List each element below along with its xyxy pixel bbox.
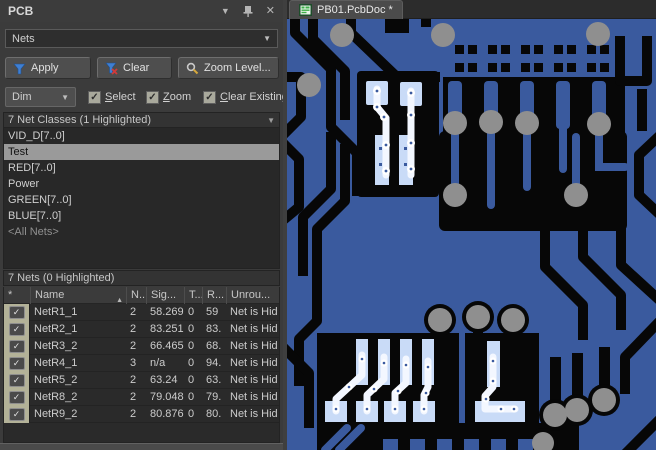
tab-label: PB01.PcbDoc * bbox=[317, 4, 393, 16]
pcb-editor: PB01.PcbDoc * bbox=[287, 0, 656, 450]
chevron-down-icon: ▼ bbox=[267, 115, 275, 125]
zoom-level-button[interactable]: Zoom Level... bbox=[178, 57, 279, 79]
column-header-routed[interactable]: R... bbox=[202, 287, 226, 304]
clear-funnel-icon bbox=[105, 62, 118, 75]
nets-table: * Name▲ N.. Sig... T... R... Unrou... Ne… bbox=[3, 287, 280, 443]
table-row[interactable]: NetR9_2 2 80.876 0 80. Net is Hid bbox=[4, 406, 279, 423]
column-header-check[interactable]: * bbox=[4, 287, 30, 304]
net-name: NetR3_2 bbox=[34, 340, 78, 352]
checkbox-checked-icon bbox=[146, 90, 159, 104]
net-name: NetR4_1 bbox=[34, 357, 78, 369]
net-class-item[interactable]: Power bbox=[4, 176, 279, 192]
checkbox-checked-icon bbox=[203, 90, 216, 104]
pcb-panel: PCB ▼ ✕ Nets ▼ Apply Clear Zoom Level...… bbox=[0, 0, 283, 450]
column-header-nodes[interactable]: N.. bbox=[126, 287, 146, 304]
pcb-canvas[interactable] bbox=[287, 19, 656, 450]
zoom-checkbox[interactable]: Zoom bbox=[146, 88, 191, 106]
clear-existing-checkbox-label: Clear Existing bbox=[220, 91, 283, 103]
zoom-checkbox-label: Zoom bbox=[163, 91, 192, 103]
dim-value: Dim bbox=[12, 91, 32, 103]
magnifier-icon bbox=[186, 62, 199, 74]
net-name: NetR5_2 bbox=[34, 374, 78, 386]
table-row[interactable]: NetR1_1 2 58.269 0 59 Net is Hid bbox=[4, 304, 279, 321]
apply-button[interactable]: Apply bbox=[5, 57, 91, 79]
net-name: NetR1_1 bbox=[34, 306, 78, 318]
select-checkbox[interactable]: Select bbox=[88, 88, 136, 106]
net-class-item-all-nets[interactable]: <All Nets> bbox=[4, 224, 279, 240]
net-name: NetR2_1 bbox=[34, 323, 78, 335]
column-header-t[interactable]: T... bbox=[184, 287, 202, 304]
apply-funnel-icon bbox=[13, 63, 26, 74]
application-window: PCB ▼ ✕ Nets ▼ Apply Clear Zoom Level...… bbox=[0, 0, 656, 450]
clear-existing-checkbox[interactable]: Clear Existing bbox=[203, 88, 283, 106]
close-icon[interactable]: ✕ bbox=[266, 5, 275, 17]
net-class-item[interactable]: VID_D[7..0] bbox=[4, 128, 279, 144]
chevron-down-icon: ▼ bbox=[61, 92, 69, 102]
sort-ascending-icon: ▲ bbox=[116, 297, 123, 304]
net-class-item[interactable]: BLUE[7..0] bbox=[4, 208, 279, 224]
net-classes-header-label: 7 Net Classes (1 Highlighted) bbox=[8, 114, 152, 126]
table-row[interactable]: NetR8_2 2 79.048 0 79. Net is Hid bbox=[4, 389, 279, 406]
net-classes-section-header[interactable]: 7 Net Classes (1 Highlighted) ▼ bbox=[3, 112, 280, 128]
pcbdoc-file-icon bbox=[299, 4, 312, 16]
clear-button-label: Clear bbox=[123, 62, 150, 74]
nets-section-header[interactable]: 7 Nets (0 Highlighted) bbox=[3, 270, 280, 286]
panel-title: PCB bbox=[8, 4, 34, 18]
row-checkbox-checked[interactable] bbox=[8, 374, 25, 387]
table-row[interactable]: NetR5_2 2 63.24 0 63. Net is Hid bbox=[4, 372, 279, 389]
net-name: NetR8_2 bbox=[34, 391, 78, 403]
table-row[interactable]: NetR2_1 2 83.251 0 83. Net is Hid bbox=[4, 321, 279, 338]
dim-dropdown[interactable]: Dim ▼ bbox=[5, 87, 76, 107]
row-checkbox-checked[interactable] bbox=[8, 306, 25, 319]
nets-table-header-row: * Name▲ N.. Sig... T... R... Unrou... bbox=[4, 287, 279, 304]
row-checkbox-checked[interactable] bbox=[8, 340, 25, 353]
document-tab-bar: PB01.PcbDoc * bbox=[287, 0, 656, 19]
panel-menu-chevron-icon[interactable]: ▼ bbox=[221, 6, 230, 16]
table-row[interactable]: NetR3_2 2 66.465 0 68. Net is Hid bbox=[4, 338, 279, 355]
row-checkbox-checked[interactable] bbox=[8, 408, 25, 421]
row-checkbox-checked[interactable] bbox=[8, 391, 25, 404]
nets-header-label: 7 Nets (0 Highlighted) bbox=[8, 272, 115, 284]
column-header-unrouted[interactable]: Unrou... bbox=[226, 287, 279, 304]
net-class-item[interactable]: RED[7..0] bbox=[4, 160, 279, 176]
table-row[interactable]: NetR4_1 3 n/a 0 94. Net is Hid bbox=[4, 355, 279, 372]
net-class-item[interactable]: GREEN[7..0] bbox=[4, 192, 279, 208]
apply-button-label: Apply bbox=[31, 62, 59, 74]
checkbox-checked-icon bbox=[88, 90, 101, 104]
zoom-level-button-label: Zoom Level... bbox=[204, 62, 271, 74]
panel-bottom-resize-bar[interactable] bbox=[0, 443, 283, 450]
row-checkbox-checked[interactable] bbox=[8, 323, 25, 336]
column-header-name[interactable]: Name ▲ bbox=[30, 287, 126, 304]
pin-icon[interactable] bbox=[243, 5, 253, 17]
select-checkbox-label: Select bbox=[105, 91, 136, 103]
column-header-signal[interactable]: Sig... bbox=[146, 287, 184, 304]
tab-pb01-pcbdoc[interactable]: PB01.PcbDoc * bbox=[289, 0, 403, 19]
clear-button[interactable]: Clear bbox=[97, 57, 172, 79]
row-checkbox-checked[interactable] bbox=[8, 357, 25, 370]
panel-mode-dropdown[interactable]: Nets ▼ bbox=[5, 29, 278, 48]
net-classes-list: VID_D[7..0] Test RED[7..0] Power GREEN[7… bbox=[3, 128, 280, 269]
net-name: NetR9_2 bbox=[34, 408, 78, 420]
panel-titlebar: PCB ▼ ✕ bbox=[0, 0, 283, 22]
panel-mode-value: Nets bbox=[12, 32, 35, 45]
net-class-item-selected[interactable]: Test bbox=[4, 144, 279, 160]
chevron-down-icon: ▼ bbox=[263, 34, 271, 43]
